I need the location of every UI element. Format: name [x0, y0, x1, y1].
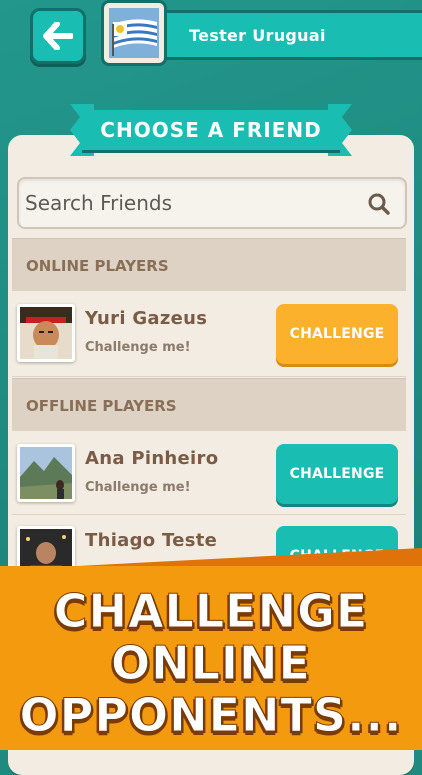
- uruguay-flag-icon: [109, 8, 159, 58]
- search-input[interactable]: [25, 179, 355, 227]
- search-icon[interactable]: [367, 192, 391, 216]
- section-label: OFFLINE PLAYERS: [26, 397, 177, 415]
- section-header-online: ONLINE PLAYERS: [12, 238, 406, 291]
- profile-bar[interactable]: Tester Uruguai: [150, 10, 422, 60]
- arrow-left-icon: [43, 22, 73, 50]
- player-name: Ana Pinheiro: [85, 448, 219, 469]
- divider: [12, 376, 406, 377]
- dialog-title: CHOOSE A FRIEND: [100, 118, 322, 142]
- player-row: Ana Pinheiro Challenge me! CHALLENGE: [12, 430, 406, 514]
- challenge-button[interactable]: CHALLENGE: [276, 444, 398, 504]
- search-box[interactable]: [17, 177, 407, 229]
- promo-banner: CHALLENGE ONLINE OPPONENTS...: [0, 548, 422, 750]
- challenge-button[interactable]: CHALLENGE: [276, 304, 398, 364]
- player-status: Challenge me!: [85, 480, 191, 495]
- title-ribbon: CHOOSE A FRIEND: [70, 104, 352, 156]
- profile-flag: [101, 0, 167, 66]
- avatar: [17, 444, 75, 502]
- banner-line: CHALLENGE: [53, 584, 369, 638]
- player-name: Yuri Gazeus: [85, 308, 208, 329]
- player-status: Challenge me!: [85, 340, 191, 355]
- banner-line: OPPONENTS...: [19, 688, 403, 742]
- player-row: Yuri Gazeus Challenge me! CHALLENGE: [12, 290, 406, 374]
- profile-name: Tester Uruguai: [189, 26, 326, 45]
- section-label: ONLINE PLAYERS: [26, 257, 169, 275]
- back-button[interactable]: [30, 8, 86, 64]
- avatar: [17, 304, 75, 362]
- section-header-offline: OFFLINE PLAYERS: [12, 378, 406, 431]
- banner-line: ONLINE: [111, 636, 311, 690]
